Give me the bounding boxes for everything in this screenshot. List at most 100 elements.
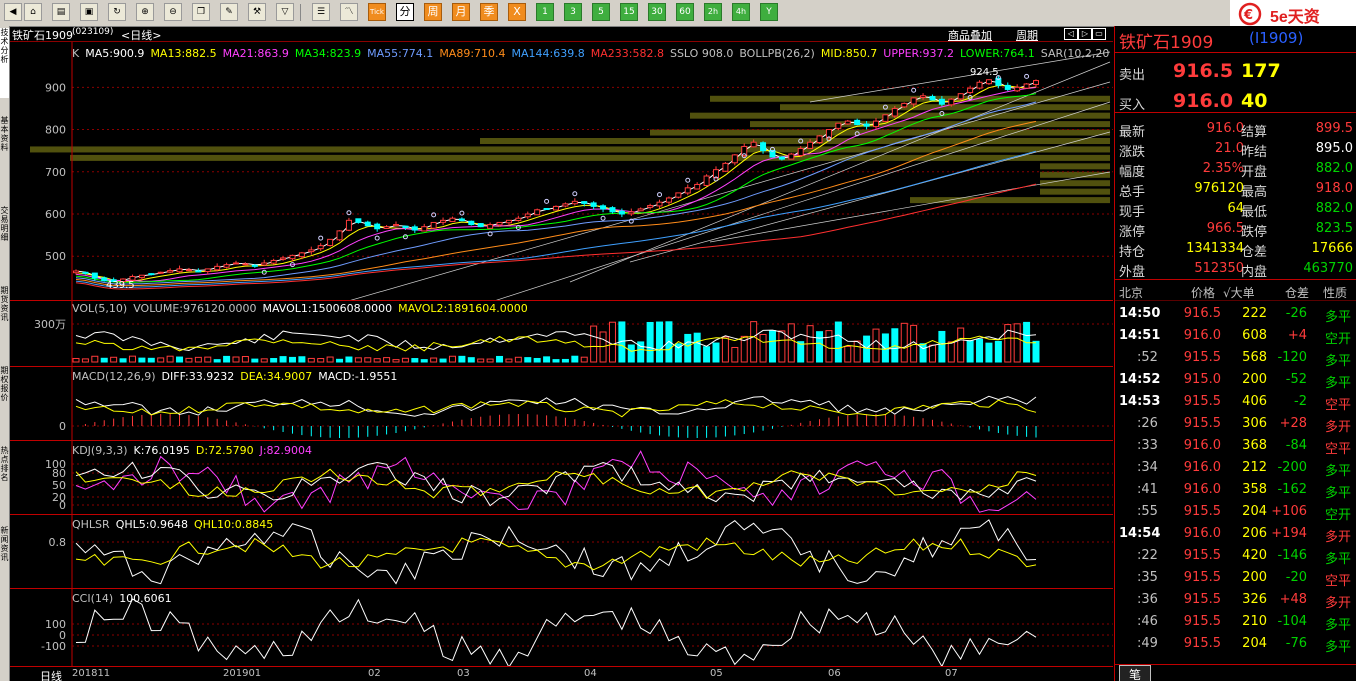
volume-bar (656, 321, 664, 363)
volume-bar (693, 332, 701, 363)
volume-bar (420, 359, 428, 363)
hour-2-button[interactable]: 2h (704, 3, 722, 21)
tick-oi-change: -52 (1285, 372, 1307, 387)
period-week-button[interactable]: 周 (424, 3, 442, 21)
volume-bar (712, 342, 720, 363)
candle-body (600, 205, 607, 210)
minute-60-button[interactable]: 60 (676, 3, 694, 21)
volume-chart[interactable]: 300万 (10, 300, 1113, 366)
candle-body (280, 257, 287, 260)
hour-4-button[interactable]: 4h (732, 3, 750, 21)
toolbar: ◀ ⌂ ▤ ▣ ↻ ⊕ ⊖ ❐ ✎ ⚒ ▽ ☰ 〽 Tick 分 周 月 季 X… (0, 0, 1356, 27)
ask-price: 916.5 (1173, 60, 1234, 82)
volume-bar (721, 336, 729, 363)
zoom-out-icon[interactable]: ⊖ (164, 3, 182, 21)
kdj-chart[interactable]: 1008050200 (10, 440, 1113, 514)
x-axis-label: 05 (710, 668, 723, 679)
pen-icon[interactable]: ✎ (220, 3, 238, 21)
table-icon[interactable]: ☰ (312, 3, 330, 21)
volume-bar (524, 357, 532, 363)
tab-options-quote[interactable]: 期权报价 (0, 366, 9, 436)
sar-dot (657, 192, 663, 198)
candle-body (891, 107, 898, 117)
stat-label: 最高 (1241, 185, 1268, 200)
back-icon[interactable]: ◀ (4, 3, 22, 21)
tick-nature: 空平 (1324, 574, 1351, 589)
candle-body (637, 208, 644, 212)
candle-body (957, 93, 964, 100)
volume-bar (778, 330, 786, 363)
tab-news[interactable]: 新闻资讯 (0, 526, 9, 596)
candle-body (863, 123, 870, 127)
tick-nature: 多平 (1324, 618, 1351, 633)
x-axis-label: 03 (457, 668, 470, 679)
tab-futures-news[interactable]: 期货资讯 (0, 286, 9, 356)
minute-15-button[interactable]: 15 (620, 3, 638, 21)
minute-3-button[interactable]: 3 (564, 3, 582, 21)
cci-chart[interactable]: 1000-100 (10, 588, 1113, 666)
stat-value: 899.5 (1315, 121, 1353, 136)
period-quarter-button[interactable]: 季 (480, 3, 498, 21)
overlay-symbol-link[interactable]: 商品叠加 (948, 27, 992, 43)
stat-value: 916.0 (1206, 121, 1244, 136)
minute-5-button[interactable]: 5 (592, 3, 610, 21)
stat-label: 涨跌 (1119, 145, 1146, 160)
tab-technical-analysis[interactable]: 技术分析 (0, 28, 9, 98)
refresh-icon[interactable]: ↻ (108, 3, 126, 21)
window-icon[interactable]: ❐ (192, 3, 210, 21)
tab-trade-detail[interactable]: 交易明细 (0, 206, 9, 276)
ask-volume: 177 (1241, 60, 1281, 82)
tick-nature: 多平 (1324, 486, 1351, 501)
tick-price: 915.5 (1183, 636, 1221, 651)
period-x-button[interactable]: X (508, 3, 526, 21)
volume-profile-bar (650, 129, 1110, 136)
funnel-icon[interactable]: ▽ (276, 3, 294, 21)
tick-nature: 空平 (1324, 398, 1351, 413)
tab-ticks[interactable]: 笔 (1119, 665, 1151, 681)
candle-body (816, 135, 823, 144)
candle-body (336, 230, 343, 241)
volume-bar (646, 321, 654, 363)
price-chart[interactable]: 500 600 700 800 900 924.5 439.5 (10, 42, 1113, 300)
stat-value: 966.5 (1206, 221, 1244, 236)
tick-row: :46 915.5 210 -104 多平 (1115, 612, 1356, 633)
quote-panel: 铁矿石1909 (I1909) 卖出 916.5 177 买入 916.0 40… (1114, 26, 1356, 681)
volume-bar (496, 355, 504, 363)
line-chart-icon[interactable]: 〽 (340, 3, 358, 21)
price-axis-tick: 800 (45, 124, 66, 137)
chart-area[interactable]: 铁矿石1909 (023109) <日线> 商品叠加 周期 ◁ ▷ ▭ K MA5… (10, 26, 1113, 681)
minute-30-button[interactable]: 30 (648, 3, 666, 21)
candle-body (167, 270, 174, 273)
minimize-icon[interactable]: ▭ (1092, 28, 1106, 40)
candle-body (562, 203, 569, 207)
tv-icon[interactable]: ▣ (80, 3, 98, 21)
period-month-button[interactable]: 月 (452, 3, 470, 21)
book-icon[interactable]: ▤ (52, 3, 70, 21)
tick-button[interactable]: Tick (368, 3, 386, 21)
volume-bar (317, 358, 325, 363)
x-axis-label: 06 (828, 668, 841, 679)
volume-bar (260, 358, 268, 363)
candle-body (807, 141, 814, 149)
tick-time: :49 (1137, 636, 1158, 651)
cycle-link[interactable]: 周期 (1016, 27, 1038, 43)
scroll-right-icon[interactable]: ▷ (1078, 28, 1092, 40)
year-button[interactable]: Y (760, 3, 778, 21)
scroll-left-icon[interactable]: ◁ (1064, 28, 1078, 40)
qhlsr-chart[interactable]: 0.8 (10, 514, 1113, 588)
period-day-button[interactable]: 分 (396, 3, 414, 21)
volume-bar (533, 357, 541, 363)
stat-label: 最新 (1119, 125, 1146, 140)
tools-icon[interactable]: ⚒ (248, 3, 266, 21)
home-icon[interactable]: ⌂ (24, 3, 42, 21)
tab-basic-info[interactable]: 基本资料 (0, 116, 9, 186)
volume-bar (100, 357, 108, 363)
zoom-in-icon[interactable]: ⊕ (136, 3, 154, 21)
minute-1-button[interactable]: 1 (536, 3, 554, 21)
volume-bar (844, 345, 852, 363)
volume-bar (957, 327, 965, 363)
candle-body (967, 87, 974, 94)
macd-chart[interactable]: 0 (10, 366, 1113, 440)
tab-hot-ranking[interactable]: 热点排名 (0, 446, 9, 516)
brand-text: 5e天资 (1270, 9, 1320, 26)
